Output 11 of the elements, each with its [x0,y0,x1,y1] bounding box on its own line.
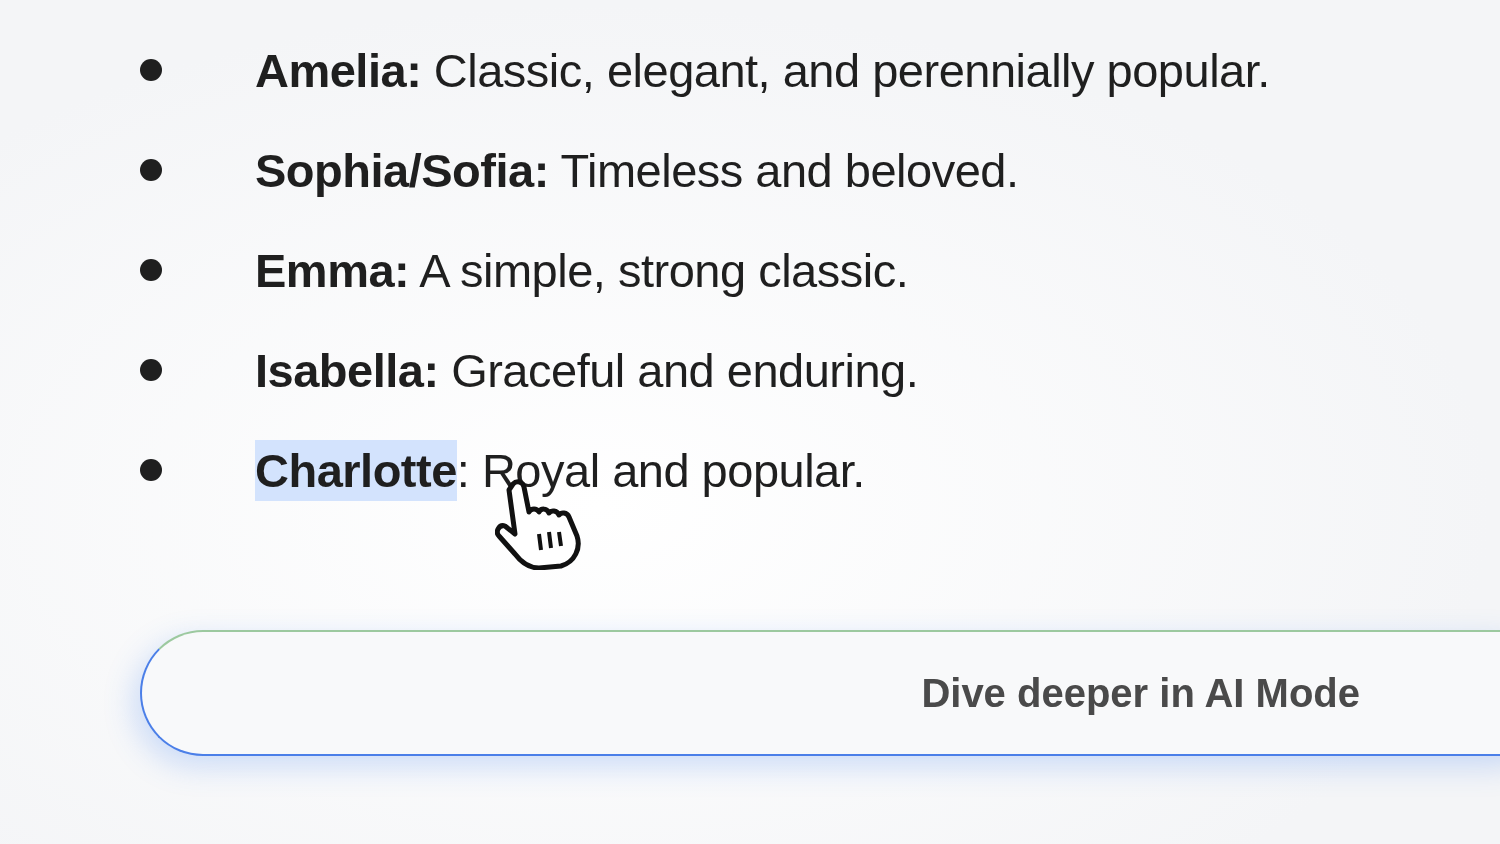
list-item-text: Charlotte: Royal and popular. [255,442,865,498]
bullet-dot [140,159,162,181]
list-item-text: Isabella: Graceful and enduring. [255,342,919,398]
ai-mode-button[interactable]: Dive deeper in AI Mode [140,630,1500,756]
list-item-text: Sophia/Sofia: Timeless and beloved. [255,142,1019,198]
bullet-dot [140,359,162,381]
bullet-dot [140,259,162,281]
list-item-text: Emma: A simple, strong classic. [255,242,909,298]
bullet-dot [140,459,162,481]
list-item-text: Amelia: Classic, elegant, and perennially popular. [255,42,1270,98]
bullet-dot [140,59,162,81]
